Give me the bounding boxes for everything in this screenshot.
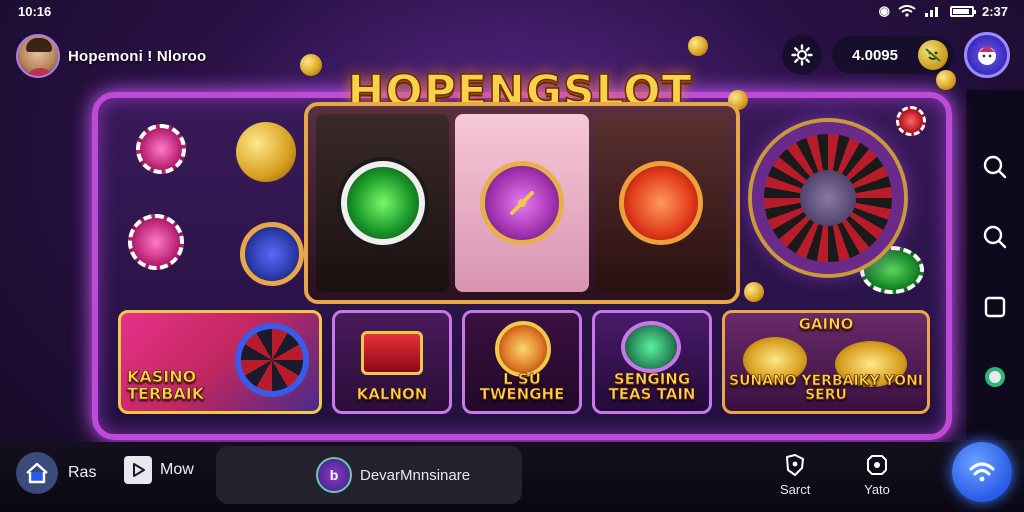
status-right: ◉ 2:37 [879, 3, 1008, 19]
home-button[interactable] [16, 452, 58, 494]
coin-icon [744, 282, 764, 302]
battery-icon [949, 5, 976, 17]
coin-icon [936, 70, 956, 90]
search-icon [983, 155, 1007, 179]
profile-button[interactable] [964, 32, 1010, 78]
tile-label: SENGING TEAS TAIN [608, 369, 696, 404]
tile-kasino-terbaik[interactable]: KASINO TERBAIK [118, 310, 322, 414]
sparkle-icon [495, 321, 551, 377]
fab-button[interactable] [952, 442, 1012, 502]
profile-name: Hopemoni ! Nloroo [68, 47, 207, 65]
chip-pink-icon [136, 124, 186, 174]
tile-label: L SU TWENGHE [479, 369, 565, 404]
nav-mow[interactable]: Mow [124, 456, 194, 484]
chip-pink-icon [128, 214, 184, 270]
nav-item-yato[interactable]: Yato [864, 452, 890, 497]
slot-reels[interactable] [304, 102, 740, 304]
profile-icon [978, 45, 996, 65]
chip-orange-icon [619, 161, 704, 245]
coin-icon [236, 122, 296, 182]
home-icon [26, 462, 48, 484]
chip-blue-icon [240, 222, 304, 286]
rail-square-button[interactable] [980, 292, 1010, 322]
tile-label: KALNON [356, 385, 428, 404]
balance-amount: 4.0095 [852, 46, 898, 64]
rail-search-button-2[interactable] [980, 222, 1010, 252]
reel-3 [594, 114, 728, 292]
nav-mow-label: Mow [160, 461, 194, 478]
status-time: 10:16 [18, 3, 52, 19]
game-tiles: KASINO TERBAIK KALNON L SU TWENGHE SENGI… [118, 310, 930, 414]
tile-label: SUNANO YERBAIKY YONI SERU [728, 372, 924, 404]
rail-circle-button[interactable] [980, 362, 1010, 392]
circle-icon [985, 367, 1005, 387]
tile-title: GAINO [798, 315, 854, 333]
nav-item-label: Yato [864, 482, 890, 497]
reel-1 [316, 114, 450, 292]
tile-label: KASINO TERBAIK [127, 367, 205, 404]
center-label: DevarMnnsinare [360, 466, 471, 484]
signal-icon [924, 7, 938, 17]
chip-green-icon [340, 161, 425, 245]
chip-purple-icon [479, 161, 564, 245]
tile-l-su-twenghe[interactable]: L SU TWENGHE [462, 310, 582, 414]
sparkle-icon [786, 454, 805, 476]
reel-2 [455, 114, 589, 292]
nav-home-label: Ras [68, 464, 97, 481]
tag-icon [867, 455, 887, 475]
rail-search-button[interactable] [980, 152, 1010, 182]
settings-button[interactable] [782, 35, 823, 75]
top-right-controls: 4.0095 [782, 32, 1010, 78]
coin-icon [688, 36, 708, 56]
profile[interactable]: Hopemoni ! Nloroo [16, 34, 206, 78]
search-icon [983, 225, 1007, 249]
status-clock: 2:37 [981, 3, 1008, 19]
wifi-icon [898, 5, 916, 17]
roulette-wheel-icon [752, 122, 904, 274]
center-app-pill[interactable]: b DevarMnnsinare [216, 446, 522, 504]
chip-red-icon [896, 106, 926, 136]
avatar[interactable] [16, 34, 60, 78]
status-bar: 10:16 ◉ 2:37 [0, 0, 1024, 22]
tile-kalnon[interactable]: KALNON [332, 310, 452, 414]
coin-icon [300, 54, 322, 76]
right-rail [966, 90, 1024, 440]
tile-senging-teas-tain[interactable]: SENGING TEAS TAIN [592, 310, 712, 414]
status-left: 10:16 [18, 4, 51, 19]
square-icon [984, 296, 1006, 318]
gift-icon [361, 331, 423, 375]
play-icon [124, 456, 152, 484]
gear-icon [791, 44, 813, 66]
tile-gaino[interactable]: GAINO SUNANO YERBAIKY YONI SERU [722, 310, 930, 414]
roulette-icon [235, 323, 309, 397]
balance-pill[interactable]: 4.0095 [832, 36, 954, 74]
notification-icon: ◉ [878, 3, 890, 18]
nav-home[interactable]: Ras [16, 452, 96, 494]
chip-green-icon [621, 321, 681, 373]
nav-item-label: Sarct [780, 482, 811, 497]
app-logo-icon: b [316, 457, 352, 493]
wifi-icon [969, 462, 995, 482]
bottom-nav: Ras Mow b DevarMnnsinare Sarct Yato [0, 442, 1024, 512]
nav-item-sarct[interactable]: Sarct [780, 452, 810, 497]
emoji-coin-icon [918, 40, 948, 70]
